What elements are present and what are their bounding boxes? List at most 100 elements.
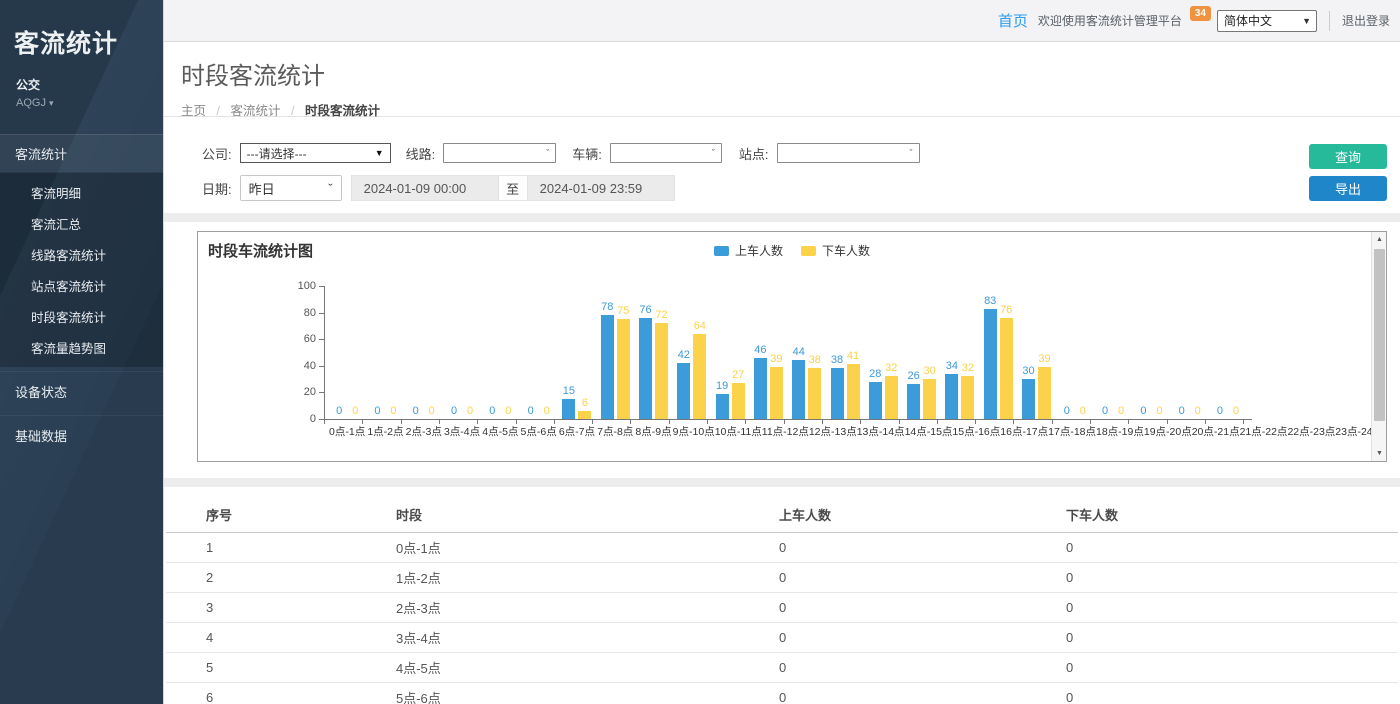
bar-value-label: 39 <box>1038 353 1050 366</box>
table-cell: 0点-1点 <box>396 533 779 563</box>
table-cell: 0 <box>1066 623 1398 653</box>
bar-cell: 0 <box>349 405 362 419</box>
company-label: 公司: <box>202 144 232 163</box>
scrollbar-thumb[interactable] <box>1374 249 1385 421</box>
sidebar-item-line-stats[interactable]: 线路客流统计 <box>0 239 163 270</box>
x-axis-label: 12点-13点 <box>809 424 857 439</box>
date-to-input[interactable]: 2024-01-09 23:59 <box>527 175 675 201</box>
breadcrumb-home[interactable]: 主页 <box>181 104 206 118</box>
company-select[interactable]: ---请选择--- ▼ <box>240 143 391 163</box>
y-tick-label: 0 <box>288 413 316 425</box>
table-cell: 5点-6点 <box>396 683 779 704</box>
chart-bar <box>831 368 844 419</box>
bar-cell: 0 <box>333 405 346 419</box>
chart-bar <box>907 384 920 419</box>
table-cell: 3 <box>166 593 396 623</box>
bar-group: 00 <box>481 286 519 419</box>
sidebar-item-passenger-stats[interactable]: 客流统计 <box>0 134 163 173</box>
y-tick-mark <box>319 392 324 393</box>
legend-item[interactable]: 下车人数 <box>801 242 870 259</box>
x-axis-label: 7点-8点 <box>596 424 634 439</box>
scroll-up-button[interactable]: ▲ <box>1372 232 1387 247</box>
x-axis-label: 18点-19点 <box>1096 424 1144 439</box>
breadcrumb-separator: / <box>291 104 294 118</box>
x-axis-label: 19点-20点 <box>1144 424 1192 439</box>
x-axis <box>324 419 1252 420</box>
logout-link[interactable]: 退出登录 <box>1329 11 1390 31</box>
bar-cell: 0 <box>425 405 438 419</box>
date-preset-select[interactable]: 昨日 ˇ <box>240 175 342 201</box>
breadcrumb-passenger-stats[interactable]: 客流统计 <box>230 104 280 118</box>
date-from-input[interactable]: 2024-01-09 00:00 <box>351 175 499 201</box>
legend-item[interactable]: 上车人数 <box>714 242 783 259</box>
y-tick-label: 80 <box>288 307 316 319</box>
bar-cell: 26 <box>907 370 920 419</box>
sidebar-item-base-data[interactable]: 基础数据 <box>0 415 163 455</box>
bar-value-label: 32 <box>962 362 974 375</box>
table-cell: 0 <box>1066 653 1398 683</box>
sidebar-item-device-status[interactable]: 设备状态 <box>0 371 163 411</box>
x-axis-label: 8点-9点 <box>634 424 672 439</box>
chevron-down-icon: ▾ <box>49 98 54 108</box>
export-button[interactable]: 导出 <box>1309 176 1387 201</box>
user-menu[interactable]: AQGJ▾ <box>16 97 147 109</box>
table-cell: 0 <box>779 593 1066 623</box>
bar-cell: 64 <box>693 320 706 419</box>
chart-bar <box>617 319 630 419</box>
bar-value-label: 0 <box>352 405 358 418</box>
bar-cell: 39 <box>1038 353 1051 419</box>
table-cell: 0 <box>779 623 1066 653</box>
bar-cell: 0 <box>1137 405 1150 419</box>
table-cell: 0 <box>1066 683 1398 704</box>
language-value: 简体中文 <box>1224 12 1272 29</box>
bar-cell: 30 <box>923 365 936 419</box>
chart-bar <box>885 376 898 419</box>
sidebar-item-flow-summary[interactable]: 客流汇总 <box>0 208 163 239</box>
app-logo: 客流统计 <box>0 0 163 60</box>
bar-value-label: 0 <box>467 405 473 418</box>
bar-value-label: 76 <box>1000 304 1012 317</box>
chart-bar <box>1038 367 1051 419</box>
x-axis-label: 2点-3点 <box>405 424 443 439</box>
nav-home-link[interactable]: 首页 <box>998 10 1028 31</box>
x-axis-label: 10点-11点 <box>715 424 762 439</box>
bar-value-label: 19 <box>716 380 728 393</box>
bar-value-label: 0 <box>451 405 457 418</box>
bar-value-label: 0 <box>1140 405 1146 418</box>
table-cell: 0 <box>779 533 1066 563</box>
sidebar-item-trend-chart[interactable]: 客流量趋势图 <box>0 332 163 363</box>
vehicle-select[interactable]: ˇ <box>610 143 722 163</box>
chart-scrollbar[interactable]: ▲ ▼ <box>1371 232 1386 461</box>
table-cell: 0 <box>779 653 1066 683</box>
bar-value-label: 0 <box>390 405 396 418</box>
bar-value-label: 32 <box>885 362 897 375</box>
sidebar: 客流统计 公交 AQGJ▾ 客流统计 客流明细 客流汇总 线路客流统计 站点客流… <box>0 0 163 704</box>
station-select[interactable]: ˇ <box>777 143 920 163</box>
scroll-down-button[interactable]: ▼ <box>1372 446 1387 461</box>
bar-group: 1927 <box>711 286 749 419</box>
table-cell: 3点-4点 <box>396 623 779 653</box>
table-header-row: 序号 时段 上车人数 下车人数 <box>166 499 1398 533</box>
bar-cell: 0 <box>502 405 515 419</box>
table-cell: 6 <box>166 683 396 704</box>
bar-value-label: 0 <box>1233 405 1239 418</box>
bar-cell: 0 <box>1115 405 1128 419</box>
bar-value-label: 78 <box>601 301 613 314</box>
bar-value-label: 0 <box>374 405 380 418</box>
query-button[interactable]: 查询 <box>1309 144 1387 169</box>
bar-cell: 32 <box>885 362 898 419</box>
user-name: AQGJ <box>16 97 46 109</box>
bar-cell: 0 <box>448 405 461 419</box>
bar-group: 3841 <box>826 286 864 419</box>
line-select[interactable]: ˇ <box>443 143 556 163</box>
line-label: 线路: <box>406 144 436 163</box>
sidebar-item-station-stats[interactable]: 站点客流统计 <box>0 270 163 301</box>
table-cell: 0 <box>779 683 1066 704</box>
sidebar-item-flow-detail[interactable]: 客流明细 <box>0 177 163 208</box>
y-tick-label: 100 <box>288 280 316 292</box>
bar-group: 00 <box>328 286 366 419</box>
bar-group: 3039 <box>1017 286 1055 419</box>
bar-value-label: 44 <box>793 346 805 359</box>
sidebar-item-period-stats[interactable]: 时段客流统计 <box>0 301 163 332</box>
language-select[interactable]: 简体中文 ▼ <box>1217 10 1317 32</box>
